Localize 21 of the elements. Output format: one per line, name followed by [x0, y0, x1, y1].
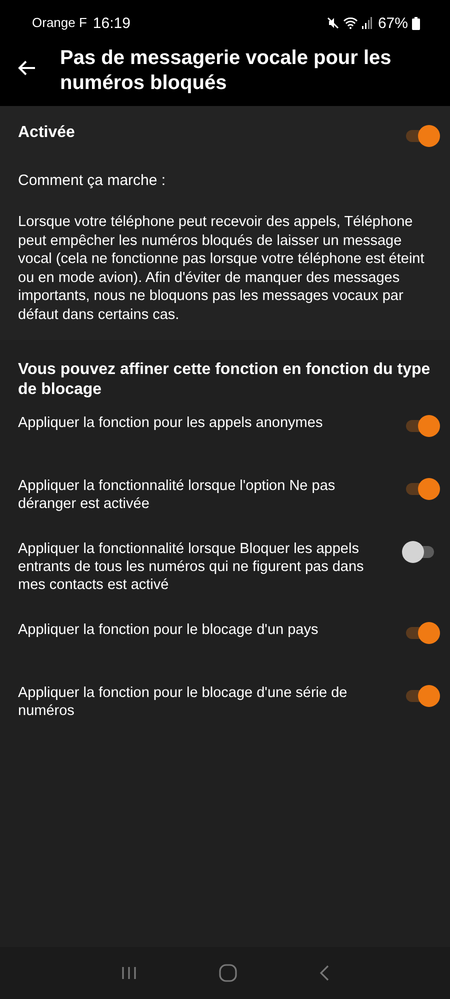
page-title: Pas de messagerie vocale pour les numéros bloqués: [60, 46, 392, 96]
setting-label: Appliquer la fonctionnalité lorsque Bloquer les appels entrants de tous les numéros qui ne figurent pas dans mes contacts est activé: [18, 540, 365, 594]
help-text: Lorsque votre téléphone peut recevoir des appels, Téléphone peut empêcher les numéros bloqués de laisser un message vocal (cela ne fonctionne pas lorsque votre téléphone est éteint ou en mode avion). Afin d'éviter de manquer des messages importants, nous ne bloquons pas les messages vocaux par défaut dans certains cas.: [18, 213, 426, 324]
clock-time: 16:19: [92, 14, 130, 32]
section-title: Vous pouvez affiner cette fonction en fonction du type de blocage: [18, 360, 432, 400]
signal-icon: [362, 17, 372, 29]
battery-level: 67%: [378, 14, 408, 32]
setting-label: Appliquer la fonction pour le blocage d'un pays: [18, 621, 320, 639]
setting-label: Appliquer la fonction pour le blocage d'une série de numéros: [18, 684, 348, 720]
home-icon[interactable]: [219, 964, 237, 982]
battery-icon: [412, 16, 420, 30]
setting-label: Appliquer la fonction pour les appels anonymes: [18, 414, 324, 432]
setting-label: Activée: [18, 124, 75, 142]
mute-icon: [326, 17, 339, 29]
setting-label: Appliquer la fonctionnalité lorsque l'option Ne pas déranger est activée: [18, 477, 336, 513]
carrier-name: Orange F: [32, 14, 87, 32]
recent-apps-icon[interactable]: [121, 966, 137, 980]
help-heading: Comment ça marche :: [18, 172, 167, 189]
wifi-icon: [342, 17, 358, 29]
back-icon[interactable]: [319, 965, 329, 981]
back-button[interactable]: [18, 58, 36, 78]
